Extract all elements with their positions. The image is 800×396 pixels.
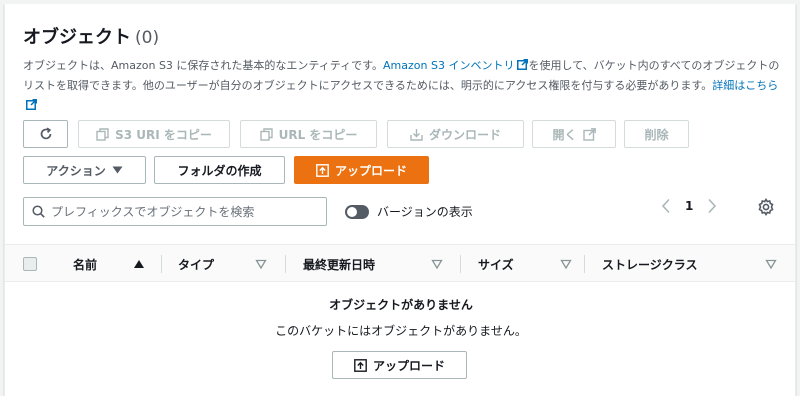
copy-s3-uri-label: S3 URI をコピー [115, 127, 212, 142]
search-icon [32, 205, 45, 218]
upload-icon [316, 163, 329, 177]
column-header-type[interactable]: タイプ [178, 245, 214, 283]
title-text: オブジェクト [23, 27, 131, 48]
versions-toggle[interactable] [345, 204, 369, 219]
copy-icon [259, 127, 273, 141]
external-link-icon [582, 127, 596, 141]
sort-icon[interactable] [255, 258, 267, 270]
sort-icon[interactable] [765, 258, 777, 270]
copy-url-label: URL をコピー [278, 127, 358, 142]
column-header-storage-class[interactable]: ストレージクラス [602, 245, 698, 283]
sort-ascending-icon[interactable] [133, 258, 145, 270]
search-input[interactable] [51, 204, 321, 219]
page-title: オブジェクト (0) [23, 26, 783, 50]
column-header-last-modified[interactable]: 最終更新日時 [303, 245, 375, 283]
objects-panel: オブジェクト (0) オブジェクトは、Amazon S3 に保存された基本的なエン… [4, 4, 796, 396]
create-folder-button[interactable]: フォルダの作成 [154, 156, 285, 184]
column-separator[interactable] [161, 255, 162, 273]
column-separator[interactable] [460, 255, 461, 273]
empty-state-description: このバケットにはオブジェクトがありません。 [275, 324, 527, 338]
page-number[interactable]: 1 [685, 199, 693, 213]
column-separator[interactable] [584, 255, 585, 273]
refresh-icon [40, 127, 51, 140]
open-button[interactable]: 開く [532, 120, 616, 148]
description: オブジェクトは、Amazon S3 に保存された基本的なエンティティです。Ama… [23, 56, 783, 116]
copy-s3-uri-button[interactable]: S3 URI をコピー [78, 120, 230, 148]
download-icon [410, 128, 423, 141]
upload-icon [354, 358, 367, 372]
settings-gear-icon[interactable] [756, 197, 776, 217]
open-label: 開く [552, 127, 577, 142]
object-count: (0) [135, 28, 160, 48]
actions-dropdown[interactable]: アクション [23, 156, 146, 184]
upload-label: アップロード [334, 163, 407, 178]
sort-icon[interactable] [431, 258, 443, 270]
table-header: 名前 タイプ 最終更新日時 サイズ ストレージクラス [5, 244, 795, 283]
sort-icon[interactable] [560, 258, 572, 270]
caret-down-icon [112, 166, 123, 174]
copy-icon [96, 127, 109, 141]
chevron-right-icon[interactable] [707, 198, 717, 214]
external-link-icon[interactable] [26, 99, 37, 110]
versions-toggle-wrap: バージョンの表示 [345, 203, 473, 220]
empty-state: オブジェクトがありません このバケットにはオブジェクトがありません。 [5, 282, 795, 339]
empty-state-upload-label: アップロード [372, 358, 445, 373]
search-box [23, 197, 327, 226]
description-text-1: オブジェクトは、Amazon S3 に保存された基本的なエンティティです。 [23, 59, 384, 72]
actions-label: アクション [46, 163, 106, 178]
delete-label: 削除 [644, 127, 669, 142]
column-header-name[interactable]: 名前 [73, 245, 97, 283]
download-label: ダウンロード [428, 127, 501, 142]
details-link[interactable]: 詳細はこちら [712, 79, 778, 92]
refresh-button[interactable] [23, 120, 68, 148]
empty-state-upload-button[interactable]: アップロード [332, 351, 467, 379]
objects-header: オブジェクト (0) オブジェクトは、Amazon S3 に保存された基本的なエン… [23, 26, 783, 116]
download-button[interactable]: ダウンロード [387, 120, 524, 148]
chevron-left-icon[interactable] [661, 198, 671, 214]
pagination: 1 [661, 198, 717, 214]
versions-toggle-label: バージョンの表示 [377, 205, 473, 219]
column-header-size[interactable]: サイズ [478, 245, 514, 283]
copy-url-button[interactable]: URL をコピー [240, 120, 377, 148]
upload-button[interactable]: アップロード [294, 156, 429, 184]
create-folder-label: フォルダの作成 [177, 163, 262, 178]
external-link-icon[interactable] [517, 59, 529, 70]
delete-button[interactable]: 削除 [624, 120, 689, 148]
column-separator[interactable] [285, 255, 286, 273]
select-all-checkbox[interactable] [23, 257, 37, 271]
empty-state-title: オブジェクトがありません [329, 298, 473, 312]
inventory-link[interactable]: Amazon S3 インベントリ [383, 59, 514, 72]
